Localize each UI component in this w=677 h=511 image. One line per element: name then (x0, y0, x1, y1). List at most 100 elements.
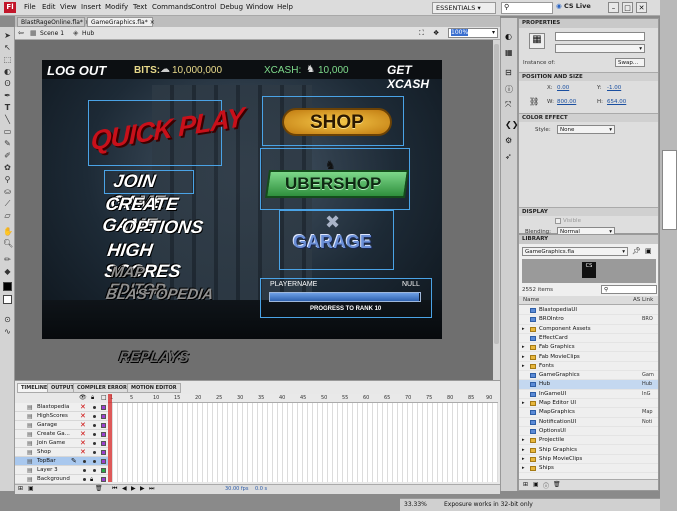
menu-insert[interactable]: Insert (81, 3, 101, 11)
stroke-color-icon[interactable]: ✏ (3, 255, 12, 264)
scrollbar-thumb[interactable] (494, 44, 499, 344)
lock-icon[interactable]: 🔒︎ (91, 394, 94, 402)
play-icon[interactable]: ▶ (131, 485, 136, 492)
visible-checkbox[interactable] (555, 218, 561, 224)
fill-color-icon[interactable]: ◆ (3, 267, 12, 276)
swatches-panel-icon[interactable]: ▦ (505, 48, 513, 57)
pin-icon[interactable]: 📌︎ (632, 247, 641, 255)
hand-tool-icon[interactable]: ✋ (3, 227, 13, 236)
layer-color-swatch[interactable] (101, 441, 106, 446)
zoom-tool-icon[interactable]: 🔍︎ (3, 239, 13, 248)
hidden-icon[interactable]: ✕ (80, 403, 86, 412)
first-frame-icon[interactable]: ⏮ (112, 485, 117, 493)
frame-grid[interactable]: 1 5 10 15 20 25 30 35 40 45 50 55 60 65 … (108, 394, 498, 482)
layer-color-swatch[interactable] (101, 477, 106, 482)
close-icon[interactable]: × (150, 19, 155, 26)
3d-rotation-icon[interactable]: ◐ (3, 67, 12, 76)
list-item[interactable]: InGameUI InG (519, 390, 658, 399)
swap-button[interactable]: Swap... (615, 58, 645, 67)
text-tool-icon[interactable]: T (3, 103, 12, 112)
style-select[interactable]: None ▾ (557, 125, 615, 134)
list-item[interactable]: ▸ Fab MovieClips (519, 353, 658, 362)
menu-debug[interactable]: Debug (220, 3, 243, 11)
layer-color-swatch[interactable] (101, 468, 106, 473)
layer-color-swatch[interactable] (101, 405, 106, 410)
list-item-selected[interactable]: Hub Hub (519, 380, 658, 390)
brush-tool-icon[interactable]: ✐ (3, 151, 12, 160)
expand-arrow-icon[interactable]: ▸ (522, 464, 525, 473)
breadcrumb-scene[interactable]: Scene 1 (40, 30, 64, 37)
list-item[interactable]: ▸ Ship MovieClips (519, 455, 658, 465)
edit-symbol-icon[interactable]: ❖ (433, 29, 439, 37)
shop-button[interactable]: SHOP (282, 102, 392, 140)
back-arrow-icon[interactable]: ⇦ (18, 29, 24, 37)
align-panel-icon[interactable]: ⊟ (505, 68, 512, 77)
layer-row[interactable]: ▤ Garage ✕ (15, 421, 108, 430)
cs-live-button[interactable]: ◉ CS Live (556, 2, 591, 10)
list-item[interactable]: ▸ Ship Graphics (519, 446, 658, 455)
last-frame-icon[interactable]: ⏭ (149, 485, 154, 493)
lock-dot[interactable] (93, 442, 96, 445)
hidden-icon[interactable]: ✕ (80, 448, 86, 457)
list-item[interactable]: BlastopediaUI (519, 306, 658, 316)
map-editor-button[interactable]: MAP EDITOR (108, 264, 200, 298)
layer-color-swatch[interactable] (101, 432, 106, 437)
layer-color-swatch[interactable] (101, 459, 106, 464)
selection-tool-icon[interactable]: ➤ (3, 31, 12, 40)
list-item[interactable]: BROIntro BRO (519, 315, 658, 325)
hidden-icon[interactable]: ✕ (80, 412, 86, 421)
fill-swatch[interactable] (3, 295, 12, 304)
x-value[interactable]: 0.00 (557, 85, 569, 91)
logout-button[interactable]: LOG OUT (47, 63, 106, 78)
motion-presets-icon[interactable]: ➶ (505, 152, 512, 161)
expand-arrow-icon[interactable]: ▸ (522, 399, 525, 408)
hidden-icon[interactable]: ✕ (80, 439, 86, 448)
pen-tool-icon[interactable]: ✒ (3, 91, 12, 100)
minimize-button[interactable]: – (608, 2, 619, 13)
properties-icon[interactable]: ⓘ (543, 481, 549, 490)
transform-panel-icon[interactable]: ⤧ (505, 100, 511, 110)
replays-button[interactable]: REPLAYS (118, 347, 190, 369)
layer-color-swatch[interactable] (101, 423, 106, 428)
menu-control[interactable]: Control (191, 3, 216, 11)
components-panel-icon[interactable]: ⚙ (505, 136, 512, 145)
fps-value[interactable]: 30.00 fps (225, 486, 248, 492)
lock-icon[interactable]: 🔒︎ (90, 475, 93, 484)
line-tool-icon[interactable]: ╲ (3, 115, 12, 124)
lock-dot[interactable] (93, 415, 96, 418)
expand-arrow-icon[interactable]: ▸ (522, 362, 525, 371)
playhead[interactable] (108, 394, 112, 482)
breadcrumb-symbol[interactable]: Hub (82, 30, 94, 37)
layer-row-selected[interactable]: ▤ TopBar ✎ (15, 457, 108, 466)
lock-dot[interactable] (93, 451, 96, 454)
new-symbol-icon[interactable]: ⊞ (523, 481, 528, 488)
delete-icon[interactable]: 🗑︎ (553, 481, 561, 488)
h-value[interactable]: 654.00 (607, 99, 626, 105)
expand-arrow-icon[interactable]: ▸ (522, 353, 525, 362)
layer-row[interactable]: ▤ Background 🔒︎ (15, 475, 108, 484)
ubershop-button[interactable]: ♞ UBERSHOP (265, 158, 409, 203)
smooth-icon[interactable]: ∿ (3, 327, 12, 336)
w-value[interactable]: 800.00 (557, 99, 576, 105)
layer-color-swatch[interactable] (101, 414, 106, 419)
link-icon[interactable]: ⛓ (529, 97, 539, 106)
free-transform-icon[interactable]: ⬚ (3, 55, 12, 64)
lock-dot[interactable] (93, 460, 96, 463)
expand-arrow-icon[interactable]: ▸ (522, 446, 525, 455)
close-button[interactable]: ✕ (636, 2, 647, 13)
high-scores-button[interactable]: HIGH SCORES (103, 240, 206, 281)
new-folder-icon[interactable]: ▣ (533, 481, 539, 488)
stroke-swatch[interactable] (3, 282, 12, 291)
expand-arrow-icon[interactable]: ▸ (522, 325, 525, 334)
list-item[interactable]: ▸ Fonts (519, 362, 658, 372)
new-layer-icon[interactable]: ⊞ (18, 485, 23, 492)
eye-icon[interactable]: 👁︎ (79, 394, 87, 401)
edit-scene-icon[interactable]: ⛶ (419, 29, 424, 38)
menu-help[interactable]: Help (277, 3, 293, 11)
lock-dot[interactable] (93, 433, 96, 436)
layer-row[interactable]: ▤ Join Game ✕ (15, 439, 108, 448)
lock-dot[interactable] (93, 424, 96, 427)
help-search-input[interactable]: ⚲ (501, 2, 553, 14)
join-game-button[interactable]: JOIN GAME (109, 171, 192, 212)
layer-row[interactable]: ▤ Create Ga... ✕ (15, 430, 108, 439)
